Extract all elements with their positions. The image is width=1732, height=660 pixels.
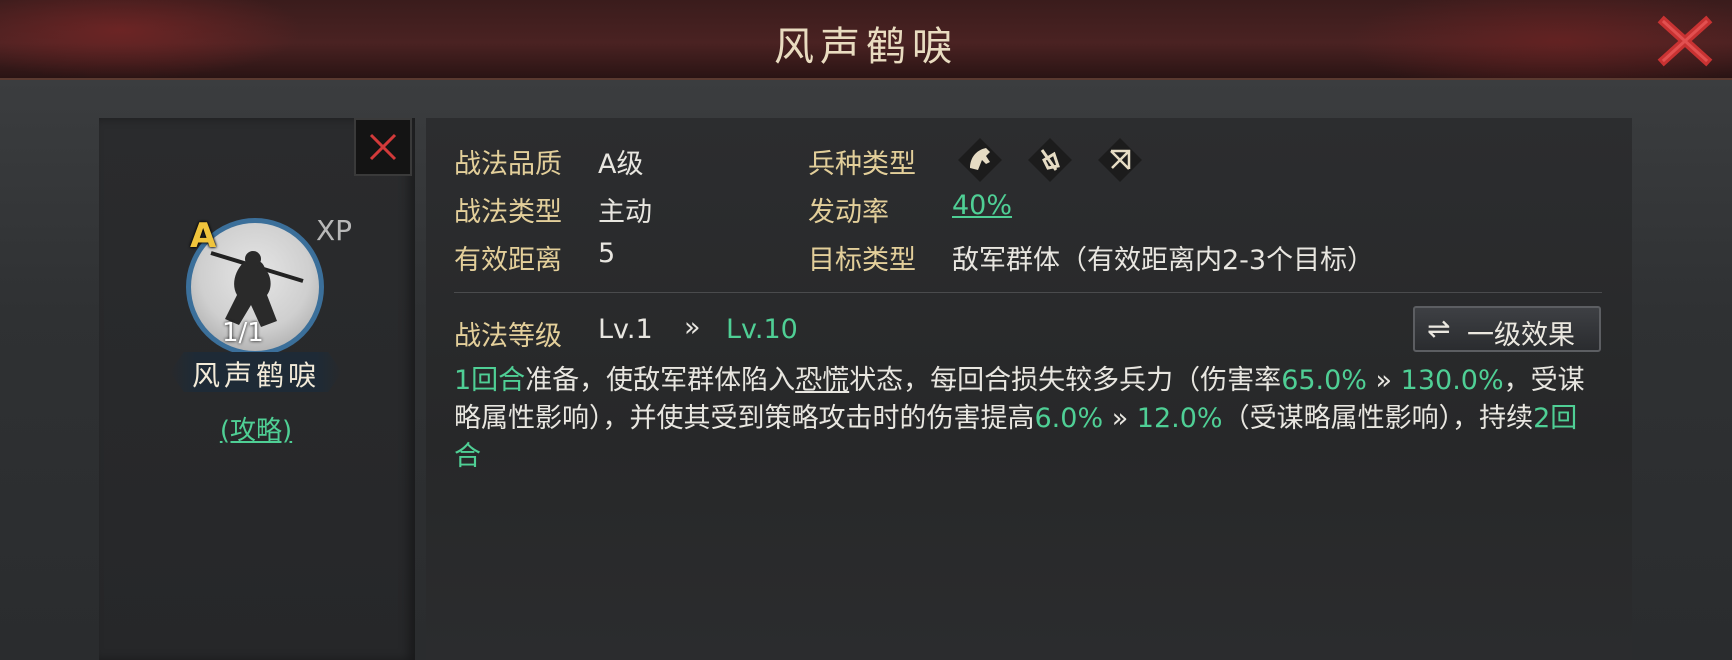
range-value: 5	[598, 238, 616, 269]
toggle-label: 一级效果	[1467, 320, 1575, 351]
quality-value: A级	[598, 149, 644, 180]
desc-text: 状态，每回合损失较多兵力（伤害率	[849, 365, 1282, 396]
skill-count: 1/1	[222, 318, 264, 348]
level-effect-toggle-button[interactable]: ⇌ 一级效果	[1413, 306, 1601, 352]
type-label: 战法类型	[454, 197, 562, 228]
level-max: Lv.10	[726, 314, 798, 345]
range-label: 有效距离	[454, 245, 562, 276]
amp-from: 6.0%	[1034, 403, 1104, 434]
quality-label: 战法品质	[454, 149, 562, 180]
title-bar: 风声鹤唳	[0, 0, 1732, 80]
arrow-text: »	[1366, 365, 1401, 396]
desc-text: （受谋略属性影响），持续	[1222, 403, 1534, 434]
swap-icon: ⇌	[1427, 312, 1451, 345]
close-x-icon	[369, 133, 397, 161]
prep-rounds: 1回合	[454, 365, 526, 396]
troop-type-label: 兵种类型	[808, 149, 916, 180]
archer-icon[interactable]	[1096, 136, 1144, 184]
panic-status-link[interactable]: 恐慌	[795, 365, 849, 396]
activation-rate-value: 40%	[952, 190, 1013, 221]
xp-label: XP	[316, 214, 353, 247]
target-type-label: 目标类型	[808, 245, 916, 276]
skill-name: 风声鹤唳	[191, 359, 320, 392]
cavalry-icon[interactable]	[956, 136, 1004, 184]
skill-description: 1回合准备，使敌军群体陷入恐慌状态，每回合损失较多兵力（伤害率65.0% » 1…	[454, 362, 1602, 476]
desc-text: 准备，使敌军群体陷入	[525, 365, 796, 396]
window-title: 风声鹤唳	[774, 24, 958, 70]
spear-icon[interactable]	[1026, 136, 1074, 184]
guide-link[interactable]: (攻略)	[160, 410, 352, 447]
type-value: 主动	[598, 197, 652, 228]
skill-level-label: 战法等级	[454, 321, 562, 352]
level-current: Lv.1	[598, 314, 653, 345]
activation-rate-label: 发动率	[808, 197, 889, 228]
section-divider	[454, 292, 1602, 293]
damage-rate-from: 65.0%	[1281, 365, 1367, 396]
target-type-value: 敌军群体（有效距离内2-3个目标）	[952, 245, 1375, 276]
level-arrow: »	[684, 312, 701, 343]
damage-rate-to: 130.0%	[1400, 365, 1504, 396]
remove-skill-button[interactable]	[354, 118, 412, 176]
grade-badge: A	[190, 216, 217, 256]
arrow-text: »	[1103, 403, 1137, 434]
amp-to: 12.0%	[1136, 403, 1223, 434]
close-icon[interactable]	[1656, 12, 1714, 70]
